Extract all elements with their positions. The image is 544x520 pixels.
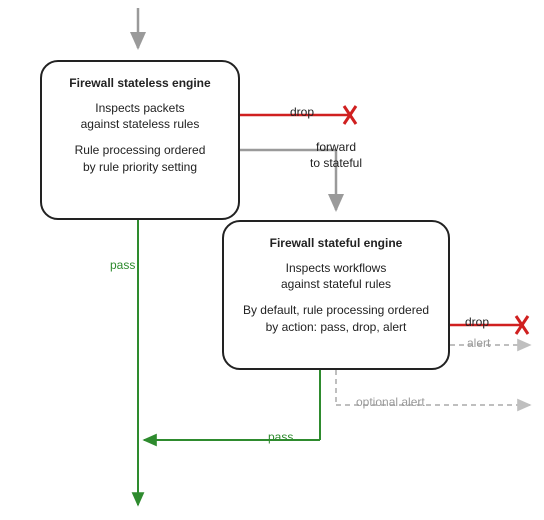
stateful-title: Firewall stateful engine [234, 236, 438, 250]
diagram-stage: Firewall stateless engine Inspects packe… [0, 0, 544, 520]
stateful-engine-box: Firewall stateful engine Inspects workfl… [222, 220, 450, 370]
stateful-desc-1: Inspects workflows against stateful rule… [234, 260, 438, 292]
pass-label-2: pass [268, 430, 293, 446]
stateless-desc-1: Inspects packets against stateless rules [52, 100, 228, 132]
pass-label-1: pass [110, 258, 135, 274]
stateful-desc-2: By default, rule processing ordered by a… [234, 302, 438, 334]
optional-alert-label: optional alert [356, 395, 425, 411]
drop-label-1: drop [290, 105, 314, 121]
alert-label: alert [467, 336, 490, 352]
stateless-engine-box: Firewall stateless engine Inspects packe… [40, 60, 240, 220]
stateless-title: Firewall stateless engine [52, 76, 228, 90]
drop-label-2: drop [465, 315, 489, 331]
forward-label: forward to stateful [300, 140, 372, 171]
stateless-desc-2: Rule processing ordered by rule priority… [52, 142, 228, 174]
